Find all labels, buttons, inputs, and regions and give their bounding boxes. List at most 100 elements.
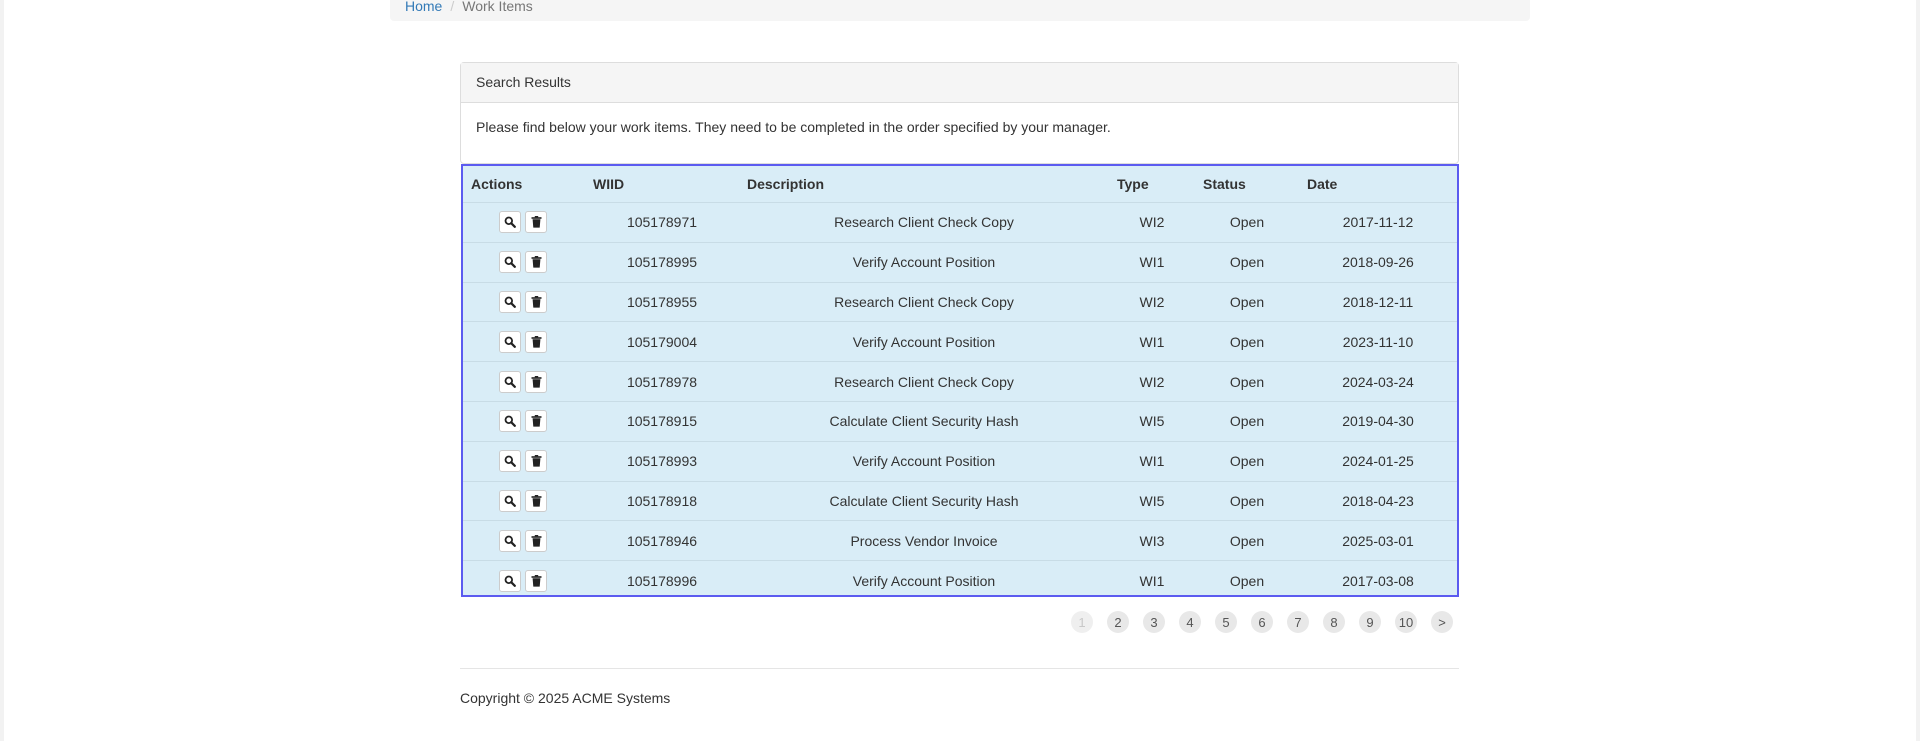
table-row: 105178946 Process Vendor Invoice WI3 Open 20… xyxy=(463,520,1457,561)
breadcrumb-separator: / xyxy=(450,0,455,14)
cell-status: Open xyxy=(1195,241,1299,283)
cell-type: WI1 xyxy=(1109,321,1195,362)
cell-type: WI2 xyxy=(1109,202,1195,243)
page-button-2[interactable]: 2 xyxy=(1107,611,1129,633)
cell-date: 2024-01-25 xyxy=(1299,440,1457,482)
trash-icon xyxy=(531,494,542,507)
page-button-6[interactable]: 6 xyxy=(1251,611,1273,633)
view-button[interactable] xyxy=(499,569,521,592)
cell-status: Open xyxy=(1195,560,1299,600)
cell-status: Open xyxy=(1195,520,1299,561)
trash-icon xyxy=(531,335,542,348)
row-actions xyxy=(463,202,585,243)
cell-wiid: 105179004 xyxy=(585,321,739,362)
cell-wiid: 105178993 xyxy=(585,440,739,482)
table-row: 105178993 Verify Account Position WI1 Open 2… xyxy=(463,440,1457,482)
table-row: 105178955 Research Client Check Copy WI2 Op… xyxy=(463,281,1457,322)
search-icon xyxy=(504,336,516,348)
search-icon xyxy=(504,376,516,388)
breadcrumb-home-link[interactable]: Home xyxy=(405,0,442,14)
view-button[interactable] xyxy=(499,450,521,473)
view-button[interactable] xyxy=(499,370,521,393)
page-button-1[interactable]: 1 xyxy=(1071,611,1093,633)
delete-button[interactable] xyxy=(525,370,547,393)
cell-type: WI1 xyxy=(1109,560,1195,600)
cell-wiid: 105178955 xyxy=(585,281,739,322)
trash-icon xyxy=(531,455,542,467)
view-button[interactable] xyxy=(499,211,521,234)
cell-date: 2018-12-11 xyxy=(1299,281,1457,322)
table-row: 105178915 Calculate Client Security Hash W… xyxy=(463,400,1457,442)
page-button-10[interactable]: 10 xyxy=(1395,611,1417,633)
row-actions xyxy=(463,440,585,482)
cell-description: Research Client Check Copy xyxy=(739,361,1109,402)
row-actions xyxy=(463,560,585,600)
cell-type: WI2 xyxy=(1109,361,1195,402)
search-icon xyxy=(504,415,516,428)
table-header-row: Actions WIID Description Type Status Dat… xyxy=(463,166,1457,203)
cell-wiid: 105178978 xyxy=(585,361,739,402)
cell-status: Open xyxy=(1195,202,1299,243)
page-button-9[interactable]: 9 xyxy=(1359,611,1381,633)
cell-type: WI3 xyxy=(1109,520,1195,561)
table-row: 105178918 Calculate Client Security Hash W… xyxy=(463,480,1457,521)
cell-status: Open xyxy=(1195,440,1299,482)
row-actions xyxy=(463,281,585,322)
page-button-7[interactable]: 7 xyxy=(1287,611,1309,633)
cell-status: Open xyxy=(1195,480,1299,521)
row-actions xyxy=(463,321,585,362)
cell-wiid: 105178995 xyxy=(585,241,739,283)
cell-description: Verify Account Position xyxy=(739,440,1109,482)
row-actions xyxy=(463,241,585,283)
page-button-5[interactable]: 5 xyxy=(1215,611,1237,633)
cell-description: Calculate Client Security Hash xyxy=(739,480,1109,521)
breadcrumb: Home / Work Items xyxy=(390,0,1530,21)
view-button[interactable] xyxy=(499,410,521,433)
cell-date: 2018-09-26 xyxy=(1299,241,1457,283)
delete-button[interactable] xyxy=(525,569,547,592)
delete-button[interactable] xyxy=(525,211,547,234)
delete-button[interactable] xyxy=(525,410,547,433)
delete-button[interactable] xyxy=(525,489,547,512)
trash-icon xyxy=(531,574,542,587)
table-row: 105178996 Verify Account Position WI1 Open 2… xyxy=(463,560,1457,600)
delete-button[interactable] xyxy=(525,529,547,552)
header-wiid: WIID xyxy=(585,166,739,203)
cell-date: 2025-03-01 xyxy=(1299,520,1457,561)
cell-date: 2017-11-12 xyxy=(1299,202,1457,243)
delete-button[interactable] xyxy=(525,330,547,353)
page-button-3[interactable]: 3 xyxy=(1143,611,1165,633)
cell-status: Open xyxy=(1195,281,1299,322)
view-button[interactable] xyxy=(499,529,521,552)
trash-icon xyxy=(531,295,542,308)
page-button-4[interactable]: 4 xyxy=(1179,611,1201,633)
table-row: 105179004 Verify Account Position WI1 Open 2… xyxy=(463,321,1457,362)
cell-status: Open xyxy=(1195,321,1299,362)
trash-icon xyxy=(531,375,542,388)
trash-icon xyxy=(531,216,542,228)
view-button[interactable] xyxy=(499,251,521,274)
search-icon xyxy=(504,256,516,269)
delete-button[interactable] xyxy=(525,251,547,274)
page-button-8[interactable]: 8 xyxy=(1323,611,1345,633)
view-button[interactable] xyxy=(499,290,521,313)
delete-button[interactable] xyxy=(525,290,547,313)
search-icon xyxy=(504,575,516,587)
view-button[interactable] xyxy=(499,489,521,512)
page-next-button[interactable]: > xyxy=(1431,611,1453,633)
cell-description: Verify Account Position xyxy=(739,321,1109,362)
cell-wiid: 105178946 xyxy=(585,520,739,561)
trash-icon xyxy=(531,534,542,547)
cell-status: Open xyxy=(1195,400,1299,442)
panel-heading: Search Results xyxy=(461,63,1458,103)
search-icon xyxy=(504,296,516,308)
row-actions xyxy=(463,520,585,561)
trash-icon xyxy=(531,256,542,268)
cell-description: Calculate Client Security Hash xyxy=(739,400,1109,442)
delete-button[interactable] xyxy=(525,450,547,473)
cell-type: WI2 xyxy=(1109,281,1195,322)
breadcrumb-current: Work Items xyxy=(462,0,533,14)
cell-date: 2017-03-08 xyxy=(1299,560,1457,600)
view-button[interactable] xyxy=(499,330,521,353)
footer-copyright: Copyright © 2025 ACME Systems xyxy=(460,690,671,706)
